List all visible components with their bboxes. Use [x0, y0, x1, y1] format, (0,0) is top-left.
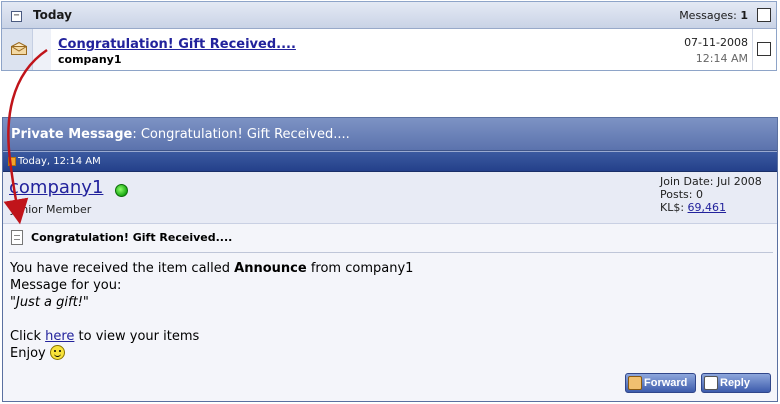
message-line-2: Message for you: [10, 278, 122, 293]
pm-date-bar: Today, 12:14 AM [3, 151, 777, 172]
pm-title-bar: Private Message: Congratulation! Gift Re… [3, 118, 777, 151]
pm-message-text: You have received the item called Announ… [10, 260, 413, 362]
message-checkbox[interactable] [757, 42, 771, 56]
divider [9, 252, 773, 253]
message-date: 07-11-2008 [684, 36, 748, 49]
forward-button[interactable]: Forward [625, 373, 696, 393]
user-stats: Join Date: Jul 2008 Posts: 0 KL$: 69,461 [660, 175, 762, 214]
message-line-1: You have received the item called Announ… [10, 260, 413, 277]
message-line-click: Click here to view your items [10, 328, 413, 345]
message-line-enjoy: Enjoy [10, 345, 413, 362]
line1-suffix: from company1 [306, 261, 414, 276]
private-message-panel: Private Message: Congratulation! Gift Re… [2, 117, 778, 402]
post-date-icon [8, 157, 16, 166]
view-items-link[interactable]: here [45, 329, 74, 344]
pm-user-info: company1 Junior Member Join Date: Jul 20… [3, 172, 777, 224]
messages-label: Messages: [679, 9, 737, 22]
envelope-open-icon [11, 42, 27, 55]
messages-count: Messages: 1 [679, 9, 748, 22]
row-spacer [33, 29, 51, 70]
screenshot-root: − Today Messages: 1 Congratulation! Gift… [0, 0, 780, 404]
pm-title: Private Message: Congratulation! Gift Re… [11, 127, 350, 142]
message-row[interactable]: Congratulation! Gift Received.... compan… [2, 29, 776, 70]
smiley-icon [49, 345, 65, 360]
gift-quote: "Just a gift!" [10, 295, 89, 310]
document-icon [11, 230, 23, 245]
kl-value-link[interactable]: 69,461 [688, 201, 727, 214]
item-name: Announce [234, 261, 307, 276]
inbox-panel: − Today Messages: 1 Congratulation! Gift… [1, 1, 777, 71]
message-subject-link[interactable]: Congratulation! Gift Received.... [58, 37, 296, 52]
section-title: Today [33, 8, 72, 22]
message-time: 12:14 AM [695, 52, 748, 65]
online-status-icon [115, 184, 128, 197]
sender-username-link[interactable]: company1 [9, 177, 103, 198]
collapse-icon[interactable]: − [11, 11, 22, 22]
messages-count-value: 1 [740, 9, 748, 22]
forward-label: Forward [644, 377, 688, 389]
kl-balance: KL$: 69,461 [660, 201, 762, 214]
post-count: Posts: 0 [660, 188, 703, 201]
kl-label: KL$: [660, 201, 688, 214]
pm-title-label: Private Message [11, 127, 133, 142]
line1-prefix: You have received the item called [10, 261, 235, 276]
join-date: Join Date: Jul 2008 [660, 175, 762, 188]
pm-body: Congratulation! Gift Received.... You ha… [3, 224, 777, 401]
message-checkbox-cell [752, 29, 776, 70]
reply-label: Reply [720, 377, 750, 389]
forward-icon [628, 376, 642, 390]
user-rank: Junior Member [11, 203, 92, 216]
inbox-section-header: − Today Messages: 1 [2, 2, 776, 29]
click-suffix: to view your items [74, 329, 200, 344]
message-icon-cell [2, 29, 33, 70]
reply-icon [704, 376, 718, 390]
select-all-checkbox[interactable] [757, 8, 771, 22]
reply-button[interactable]: Reply [701, 373, 771, 393]
pm-title-subject: : Congratulation! Gift Received.... [132, 127, 350, 142]
pm-date: Today, 12:14 AM [18, 156, 101, 167]
click-prefix: Click [10, 329, 46, 344]
enjoy-text: Enjoy [10, 346, 50, 361]
message-sender: company1 [58, 53, 122, 66]
pm-subject: Congratulation! Gift Received.... [31, 231, 233, 244]
